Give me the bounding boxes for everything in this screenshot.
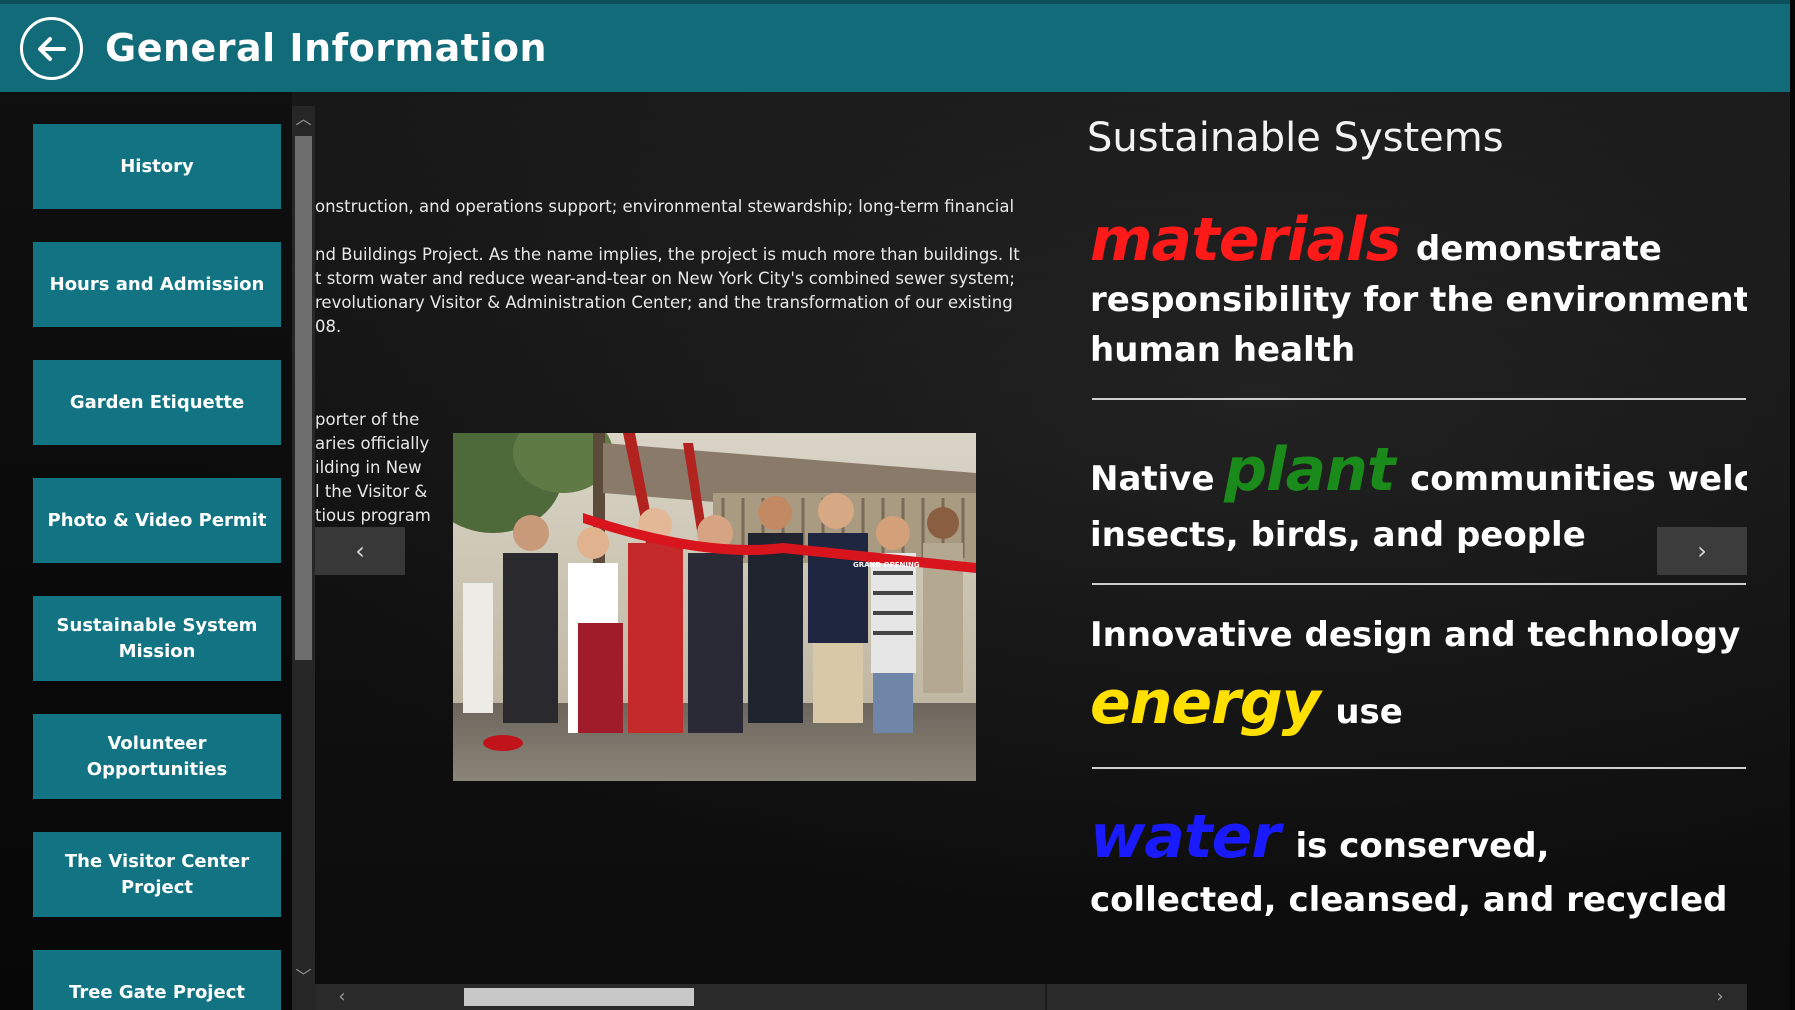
article-paragraph-2-line: nd Buildings Project. As the name implie…: [315, 245, 1020, 264]
materials-keyword: materials: [1090, 205, 1401, 275]
plant-after-text: communities welcome: [1410, 459, 1747, 499]
sidebar: History Hours and Admission Garden Etiqu…: [0, 92, 292, 1010]
article-paragraph-2-line: revolutionary Visitor & Administration C…: [315, 293, 1013, 312]
article-paragraph-3-line: aries officially: [315, 434, 430, 453]
window-edge: [1790, 0, 1795, 1010]
sidebar-item-tree-gate-project[interactable]: Tree Gate Project: [33, 950, 281, 1010]
content-horizontal-scrollbar[interactable]: ‹ ›: [315, 984, 1747, 1010]
sidebar-item-sustainable-system-mission[interactable]: Sustainable System Mission: [33, 596, 281, 681]
article-paragraph-3-line: l the Visitor &: [315, 482, 428, 501]
sidebar-item-label: The Visitor Center Project: [64, 850, 250, 898]
article-paragraph-1: onstruction, and operations support; env…: [315, 197, 1015, 216]
page-title: General Information: [105, 26, 548, 70]
sidebar-item-label: Tree Gate Project: [69, 981, 245, 1003]
sidebar-scrollbar[interactable]: ︿ ﹀: [292, 106, 315, 1010]
water-line-2: collected, cleansed, and recycled: [1090, 880, 1728, 920]
plant-before-text: Native: [1090, 459, 1215, 499]
app-window: General Information History Hours and Ad…: [0, 0, 1795, 1010]
sidebar-item-photo-video-permit[interactable]: Photo & Video Permit: [33, 478, 281, 563]
scroll-down-icon[interactable]: ﹀: [292, 964, 315, 990]
divider: [1092, 767, 1746, 769]
arrow-left-circle-icon: [38, 37, 66, 61]
energy-keyword: energy: [1090, 668, 1321, 738]
next-button[interactable]: ›: [1657, 527, 1747, 575]
article-paragraph-3-line: ilding in New: [315, 458, 422, 477]
section-heading: Sustainable Systems: [1087, 115, 1504, 161]
materials-line: materials demonstrate: [1090, 205, 1662, 275]
chevron-right-icon: ›: [1697, 537, 1707, 565]
water-line: water is conserved,: [1090, 802, 1549, 872]
water-keyword: water: [1090, 802, 1281, 872]
sidebar-scroll-thumb[interactable]: [295, 136, 312, 660]
article-paragraph-3-line: tious program: [315, 506, 431, 525]
sidebar-item-label: Garden Etiquette: [69, 391, 245, 413]
materials-line-2: responsibility for the environment and: [1090, 280, 1747, 320]
header-bar: General Information: [0, 0, 1795, 92]
sidebar-item-hours-and-admission[interactable]: Hours and Admission: [33, 242, 281, 327]
chevron-left-icon: ‹: [355, 537, 365, 565]
scrollbar-separator: [1045, 984, 1047, 1010]
energy-line-1: Innovative design and technology reduce: [1090, 615, 1747, 655]
scroll-right-icon[interactable]: ›: [1707, 984, 1733, 1010]
back-button[interactable]: [20, 17, 83, 80]
article-paragraph-3-line: porter of the: [315, 410, 420, 429]
scroll-left-icon[interactable]: ‹: [329, 984, 355, 1010]
ribbon-text: GRAND OPENING: [853, 561, 920, 569]
water-after-text: is conserved,: [1295, 826, 1550, 866]
sidebar-item-label: Hours and Admission: [49, 273, 265, 295]
article-paragraph-2-line: t storm water and reduce wear-and-tear o…: [315, 269, 1015, 288]
energy-after-text: use: [1335, 692, 1403, 732]
sidebar-item-label: Sustainable System Mission: [56, 614, 258, 662]
materials-line-3: human health: [1090, 330, 1356, 370]
sidebar-item-label: Photo & Video Permit: [47, 509, 267, 531]
divider: [1092, 583, 1746, 585]
plant-keyword: plant: [1224, 435, 1395, 505]
sidebar-item-volunteer-opportunities[interactable]: Volunteer Opportunities: [33, 714, 281, 799]
sustainable-systems-panel: materials demonstrate responsibility for…: [1090, 190, 1747, 990]
plant-line: Native plant communities welcome: [1090, 435, 1747, 505]
sidebar-item-history[interactable]: History: [33, 124, 281, 209]
previous-button[interactable]: ‹: [315, 527, 405, 575]
energy-line: energy use: [1090, 668, 1403, 738]
divider: [1092, 398, 1746, 400]
sidebar-item-visitor-center-project[interactable]: The Visitor Center Project: [33, 832, 281, 917]
sidebar-item-label: Volunteer Opportunities: [86, 732, 228, 780]
ribbon-cutting-photo: GRAND OPENING: [453, 433, 976, 781]
sidebar-item-label: History: [120, 155, 194, 177]
sidebar-item-garden-etiquette[interactable]: Garden Etiquette: [33, 360, 281, 445]
scroll-up-icon[interactable]: ︿: [292, 106, 315, 132]
horizontal-scroll-thumb[interactable]: [464, 988, 694, 1006]
article-paragraph-2-line: 08.: [315, 317, 342, 336]
plant-line-2: insects, birds, and people: [1090, 515, 1586, 555]
materials-after-text: demonstrate: [1415, 229, 1662, 269]
